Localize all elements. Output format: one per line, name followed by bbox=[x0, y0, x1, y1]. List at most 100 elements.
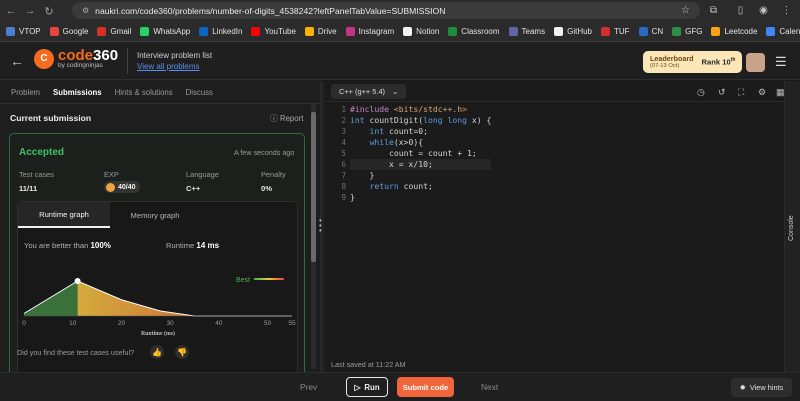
leaderboard-badge[interactable]: Leaderboard (07-13 Oct) Rank 10th bbox=[643, 51, 742, 73]
next-button[interactable]: Next bbox=[481, 382, 498, 392]
better-than-label: You are better than bbox=[24, 241, 89, 250]
x-tick-label: 55 bbox=[288, 320, 296, 327]
code-line[interactable]: } bbox=[350, 170, 491, 181]
bookmark-item[interactable]: GFG bbox=[672, 27, 702, 36]
code-line[interactable]: while(x>0){ bbox=[350, 137, 491, 148]
bookmark-label: GFG bbox=[685, 27, 703, 36]
bookmark-favicon-icon bbox=[403, 27, 413, 36]
tab-submissions[interactable]: Submissions bbox=[53, 88, 102, 97]
timer-icon[interactable]: ◷ bbox=[697, 87, 705, 98]
thumbs-up-icon[interactable]: 👍 bbox=[150, 345, 164, 359]
sidebar-icon[interactable]: ▯ bbox=[733, 3, 748, 18]
bookmark-item[interactable]: CN bbox=[638, 27, 663, 36]
code-area[interactable]: #include <bits/stdc++.h> int countDigit(l… bbox=[350, 104, 492, 203]
bookmark-favicon-icon bbox=[140, 27, 150, 36]
bookmark-label: Calendar bbox=[779, 27, 800, 36]
chart-area-worse bbox=[77, 281, 292, 316]
lightbulb-icon: ✹ bbox=[739, 383, 746, 392]
bookmark-item[interactable]: TUF bbox=[601, 27, 630, 36]
exp-coin-icon bbox=[106, 182, 115, 192]
code-line[interactable]: int countDigit(long long x) { bbox=[350, 115, 491, 126]
bookmark-label: Teams bbox=[521, 27, 546, 36]
exp-pill: 40/40 bbox=[104, 181, 140, 193]
bookmark-favicon-icon bbox=[508, 27, 518, 36]
bookmark-label: TUF bbox=[614, 27, 630, 36]
view-all-problems-link[interactable]: View all problems bbox=[137, 62, 200, 71]
line-number: 2 bbox=[341, 116, 346, 125]
code-line[interactable]: int count=0; bbox=[350, 126, 491, 137]
browser-menu-icon[interactable]: ⋮ bbox=[779, 3, 794, 18]
avatar[interactable] bbox=[746, 53, 765, 72]
bookmark-item[interactable]: VTOP bbox=[6, 27, 41, 36]
fullscreen-icon[interactable]: ⛶ bbox=[738, 87, 744, 98]
code-line[interactable]: #include <bits/stdc++.h> bbox=[350, 104, 491, 115]
console-label: Console bbox=[788, 215, 795, 241]
tab-discuss[interactable]: Discuss bbox=[186, 88, 213, 97]
bookmark-label: WhatsApp bbox=[153, 27, 191, 36]
code-line[interactable]: count = count + 1; bbox=[350, 148, 491, 159]
bookmark-item[interactable]: Gmail bbox=[97, 27, 131, 36]
tab-memory-graph[interactable]: Memory graph bbox=[110, 202, 200, 228]
bookmark-label: Google bbox=[62, 27, 89, 36]
back-arrow-icon[interactable]: ← bbox=[10, 53, 24, 69]
editor-toolbar: C++ (g++ 5.4) ⌄ bbox=[324, 81, 784, 102]
view-hints-label: View hints bbox=[749, 383, 784, 392]
bookmark-label: Leetcode bbox=[724, 27, 758, 36]
run-button[interactable]: ▷ Run bbox=[346, 377, 388, 397]
logo-mark-icon: C bbox=[34, 48, 54, 69]
reload-icon[interactable]: ↻ bbox=[41, 3, 57, 19]
bookmark-item[interactable]: Drive bbox=[304, 27, 337, 36]
reset-icon[interactable]: ↺ bbox=[718, 87, 726, 98]
view-hints-button[interactable]: ✹ View hints bbox=[731, 378, 792, 397]
submission-time: A few seconds ago bbox=[234, 148, 295, 157]
current-runtime-point bbox=[74, 278, 81, 284]
back-arrow-icon[interactable]: ← bbox=[3, 3, 19, 19]
bookmark-favicon-icon bbox=[345, 27, 355, 36]
code360-logo[interactable]: C code360 by codingninjas bbox=[34, 48, 118, 70]
bookmark-item[interactable]: Leetcode bbox=[711, 27, 757, 36]
report-button[interactable]: ⓘ Report bbox=[270, 113, 303, 124]
thumbs-down-icon[interactable]: 👎 bbox=[175, 345, 189, 359]
bookmark-item[interactable]: Notion bbox=[403, 27, 439, 36]
bookmark-label: VTOP bbox=[19, 27, 41, 36]
left-scrollbar-thumb[interactable] bbox=[311, 112, 316, 262]
bookmark-item[interactable]: Classroom bbox=[448, 27, 500, 36]
tab-problem[interactable]: Problem bbox=[11, 88, 40, 97]
bookmark-star-icon[interactable]: ☆ bbox=[678, 3, 693, 18]
penalty-value: 0% bbox=[261, 184, 272, 193]
bookmark-item[interactable]: YouTube bbox=[251, 27, 296, 36]
run-label: Run bbox=[364, 382, 380, 392]
settings-gear-icon[interactable]: ⚙ bbox=[758, 87, 766, 98]
prev-button[interactable]: Prev bbox=[300, 382, 317, 392]
site-info-icon[interactable]: ⚙ bbox=[82, 6, 89, 15]
submit-code-button[interactable]: Submit code bbox=[397, 377, 454, 397]
bookmark-item[interactable]: LinkedIn bbox=[199, 27, 242, 36]
hamburger-menu-icon[interactable]: ☰ bbox=[775, 54, 787, 70]
address-bar[interactable]: ⚙ naukri.com/code360/problems/number-of-… bbox=[72, 2, 700, 19]
language-select[interactable]: C++ (g++ 5.4) ⌄ bbox=[331, 83, 407, 99]
forward-arrow-icon[interactable]: → bbox=[22, 3, 38, 19]
bookmark-item[interactable]: Teams bbox=[508, 27, 546, 36]
drag-handle-icon[interactable]: • • • bbox=[319, 217, 322, 235]
code-line[interactable]: return count; bbox=[350, 181, 491, 192]
bookmark-item[interactable]: WhatsApp bbox=[140, 27, 190, 36]
code-line[interactable]: x = x/10; bbox=[350, 159, 492, 170]
site-header: ← C code360 by codingninjas Interview pr… bbox=[0, 42, 800, 80]
tab-runtime-graph[interactable]: Runtime graph bbox=[18, 202, 110, 228]
profile-icon[interactable]: ◉ bbox=[756, 3, 771, 18]
bookmark-item[interactable]: GitHub bbox=[554, 27, 592, 36]
bookmark-item[interactable]: Instagram bbox=[345, 27, 394, 36]
console-panel-toggle[interactable]: Console bbox=[784, 81, 800, 372]
code-editor: C++ (g++ 5.4) ⌄ ◷ ↺ ⛶ ⚙ ▦ 123456789 #inc… bbox=[324, 81, 785, 372]
bookmark-item[interactable]: Calendar bbox=[766, 27, 800, 36]
bookmarks-bar: VTOP Google Gmail WhatsApp LinkedIn YouTube Dr… bbox=[0, 22, 800, 42]
tab-hints-solutions[interactable]: Hints & solutions bbox=[115, 88, 173, 97]
x-tick-label: 40 bbox=[215, 320, 223, 327]
status-badge: Accepted bbox=[19, 147, 65, 158]
line-number: 7 bbox=[341, 171, 346, 180]
line-number: 6 bbox=[341, 160, 346, 169]
extensions-icon[interactable]: ⧉ bbox=[706, 3, 721, 18]
bookmark-item[interactable]: Google bbox=[49, 27, 89, 36]
code-line[interactable]: } bbox=[350, 192, 491, 203]
penalty-label: Penalty bbox=[261, 170, 286, 179]
